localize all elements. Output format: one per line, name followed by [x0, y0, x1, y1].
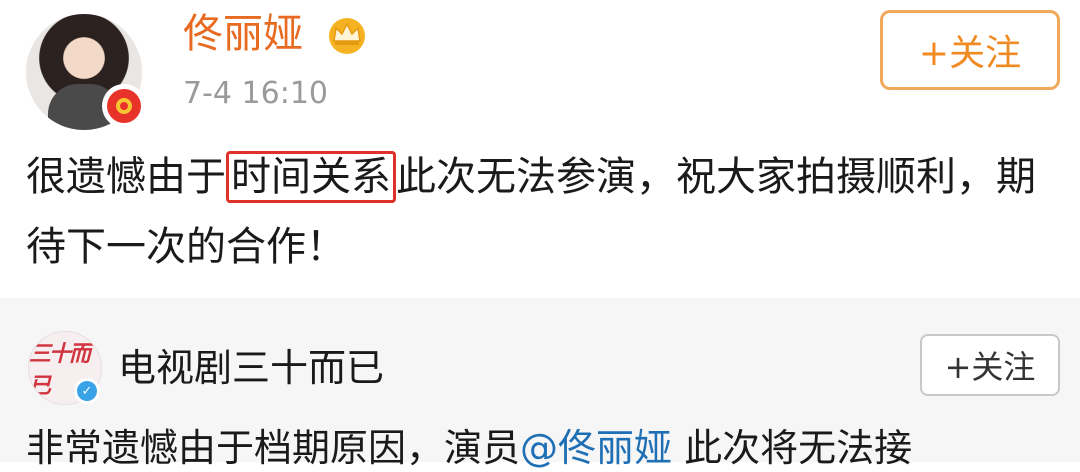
follow-button[interactable]: +关注: [880, 10, 1060, 90]
username[interactable]: 佟丽娅: [183, 10, 303, 58]
content-text: 非常遗憾由于档期原因，演员: [26, 426, 521, 470]
weibo-post-1: 佟丽娅 7-4 16:10 +关注 很遗憾由于 时间关系 此次无法参演，祝大家拍摄顺…: [0, 0, 1080, 298]
follow-button[interactable]: +关注: [920, 334, 1060, 396]
mention-link[interactable]: @佟丽娅: [520, 426, 672, 470]
verified-badge-icon: ✓: [74, 378, 100, 404]
verified-badge-icon: [102, 84, 146, 128]
content-text: 很遗憾由于: [26, 154, 226, 200]
post-content: 很遗憾由于 时间关系 此次无法参演，祝大家拍摄顺利，期待下一次的合作！: [26, 142, 1046, 282]
crown-icon: [329, 18, 365, 54]
post-time: 7-4 16:10: [183, 76, 328, 111]
post-content: 非常遗憾由于档期原因，演员@佟丽娅 此次将无法接: [26, 424, 1066, 472]
username[interactable]: 电视剧三十而已: [118, 344, 384, 392]
highlighted-text: 时间关系: [226, 151, 396, 203]
content-text-rest: 此次将无法接: [672, 426, 913, 470]
